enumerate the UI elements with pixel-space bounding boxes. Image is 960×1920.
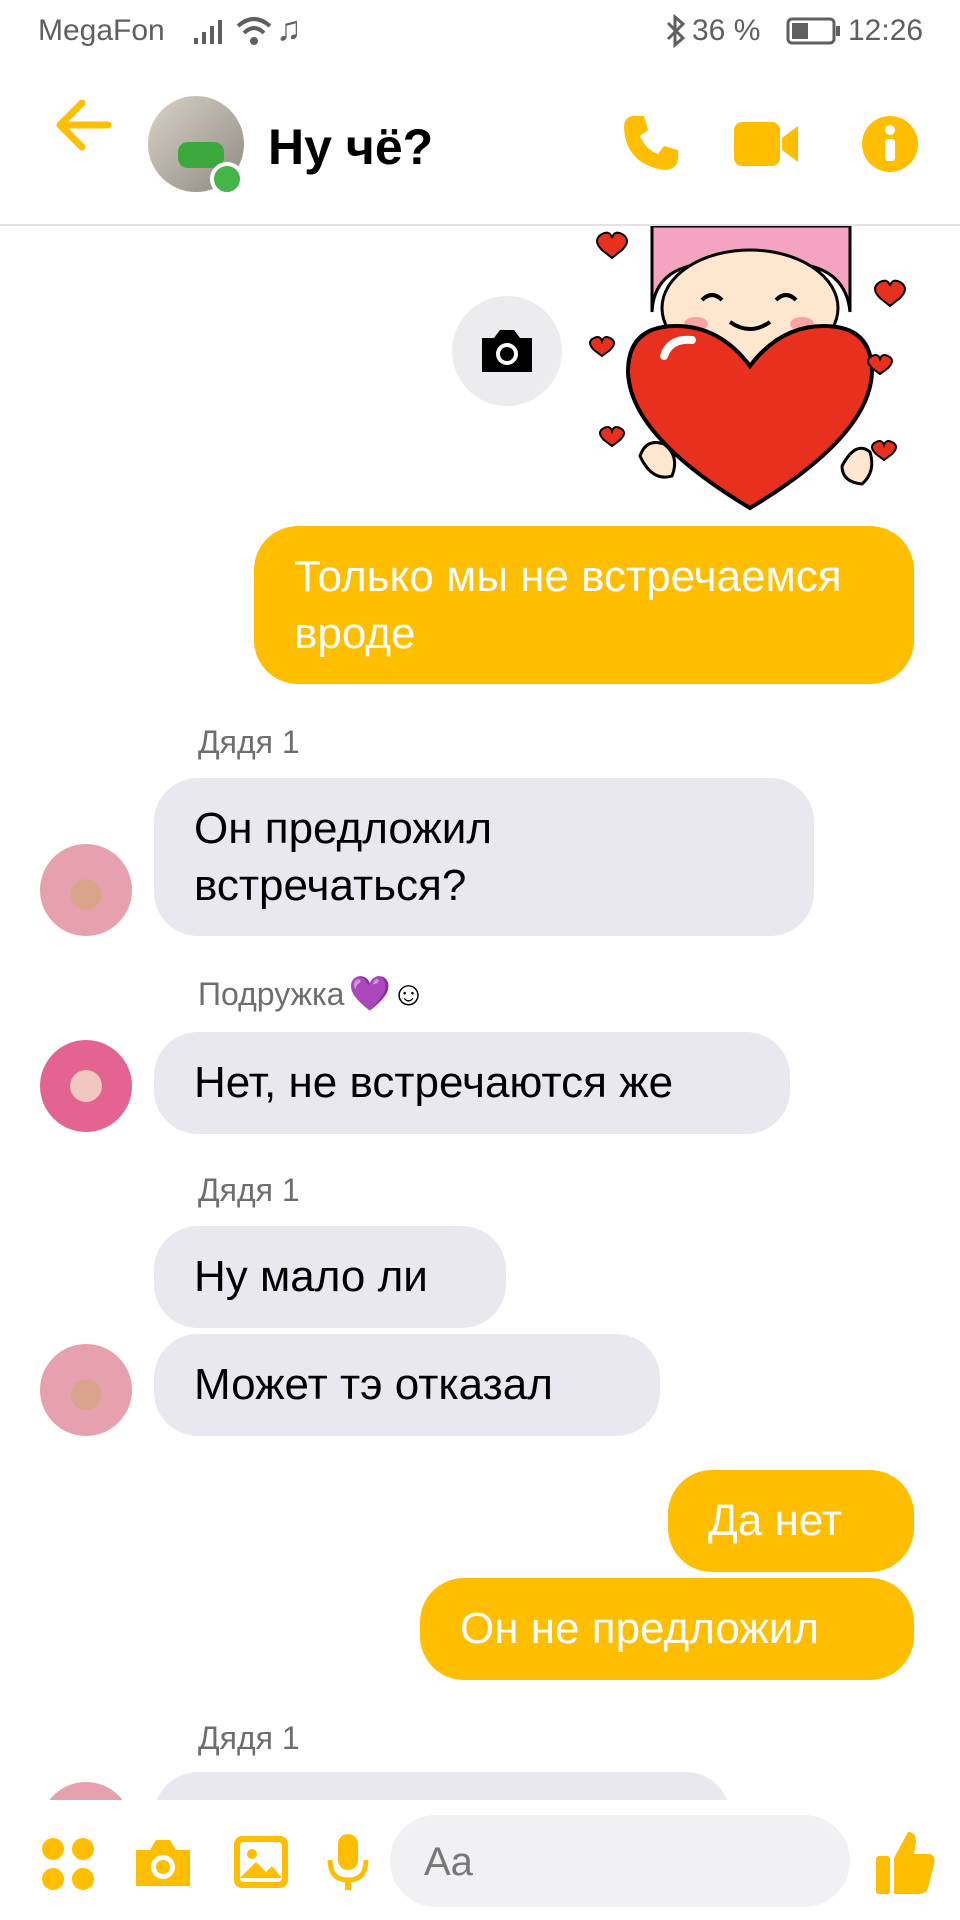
- sender-emoji: 💜☺: [348, 975, 426, 1013]
- heart-sticker[interactable]: [580, 226, 910, 512]
- message-input[interactable]: [422, 1815, 746, 1909]
- thumbs-up-icon[interactable]: [874, 1828, 938, 1896]
- video-camera-icon[interactable]: [732, 118, 802, 170]
- sender-name: Дядя 1: [198, 724, 300, 760]
- carrier-label: MegaFon: [38, 14, 165, 47]
- clock: 12:26: [848, 14, 924, 47]
- info-icon[interactable]: [860, 114, 920, 174]
- chat-header: Ну чё?: [0, 64, 960, 226]
- avatar-dyadya[interactable]: [40, 844, 132, 936]
- status-bar: MegaFon ♫ 36 % 12:26: [0, 0, 960, 64]
- apps-icon[interactable]: [40, 1836, 96, 1892]
- camera-icon: [482, 330, 532, 372]
- battery-icon: [786, 17, 840, 45]
- microphone-icon[interactable]: [326, 1832, 370, 1894]
- message-bubble-outgoing[interactable]: Да нет: [668, 1470, 914, 1572]
- chat-title[interactable]: Ну чё?: [268, 118, 433, 176]
- message-bubble-incoming[interactable]: Ну мало ли: [154, 1226, 506, 1328]
- sender-line: Подружка 💜☺: [198, 974, 426, 1014]
- sender-name: Дядя 1: [198, 1720, 300, 1756]
- message-bubble-outgoing[interactable]: Он не предложил: [420, 1578, 914, 1680]
- message-bubble-incoming[interactable]: Он предложил встречаться?: [154, 778, 814, 936]
- battery-percent: 36 %: [692, 14, 761, 47]
- bluetooth-icon: [666, 14, 686, 48]
- online-indicator: [210, 162, 244, 196]
- avatar-podruzhka[interactable]: [40, 1040, 132, 1132]
- phone-icon[interactable]: [620, 112, 682, 174]
- signal-icon: [194, 20, 222, 44]
- photo-camera-icon[interactable]: [132, 1836, 194, 1890]
- message-bubble-incoming[interactable]: Нет, не встречаются же: [154, 1032, 790, 1134]
- sender-name: Подружка: [198, 976, 345, 1012]
- avatar-dyadya[interactable]: [40, 1344, 132, 1436]
- back-arrow-icon[interactable]: [52, 94, 114, 156]
- sender-name: Дядя 1: [198, 1172, 300, 1208]
- avatar-clip: [40, 1782, 132, 1800]
- avatar-dyadya[interactable]: [40, 1782, 132, 1800]
- music-icon: ♫: [276, 10, 302, 48]
- message-bubble-incoming-cut[interactable]: [154, 1772, 730, 1800]
- message-bubble-incoming[interactable]: Может тэ отказал: [154, 1334, 660, 1436]
- gallery-icon[interactable]: [232, 1834, 290, 1890]
- wifi-icon: [236, 17, 272, 45]
- message-bubble-outgoing[interactable]: Только мы не встречаемся вроде: [254, 526, 914, 684]
- message-input-field[interactable]: [390, 1815, 850, 1909]
- camera-shortcut-button[interactable]: [452, 296, 562, 406]
